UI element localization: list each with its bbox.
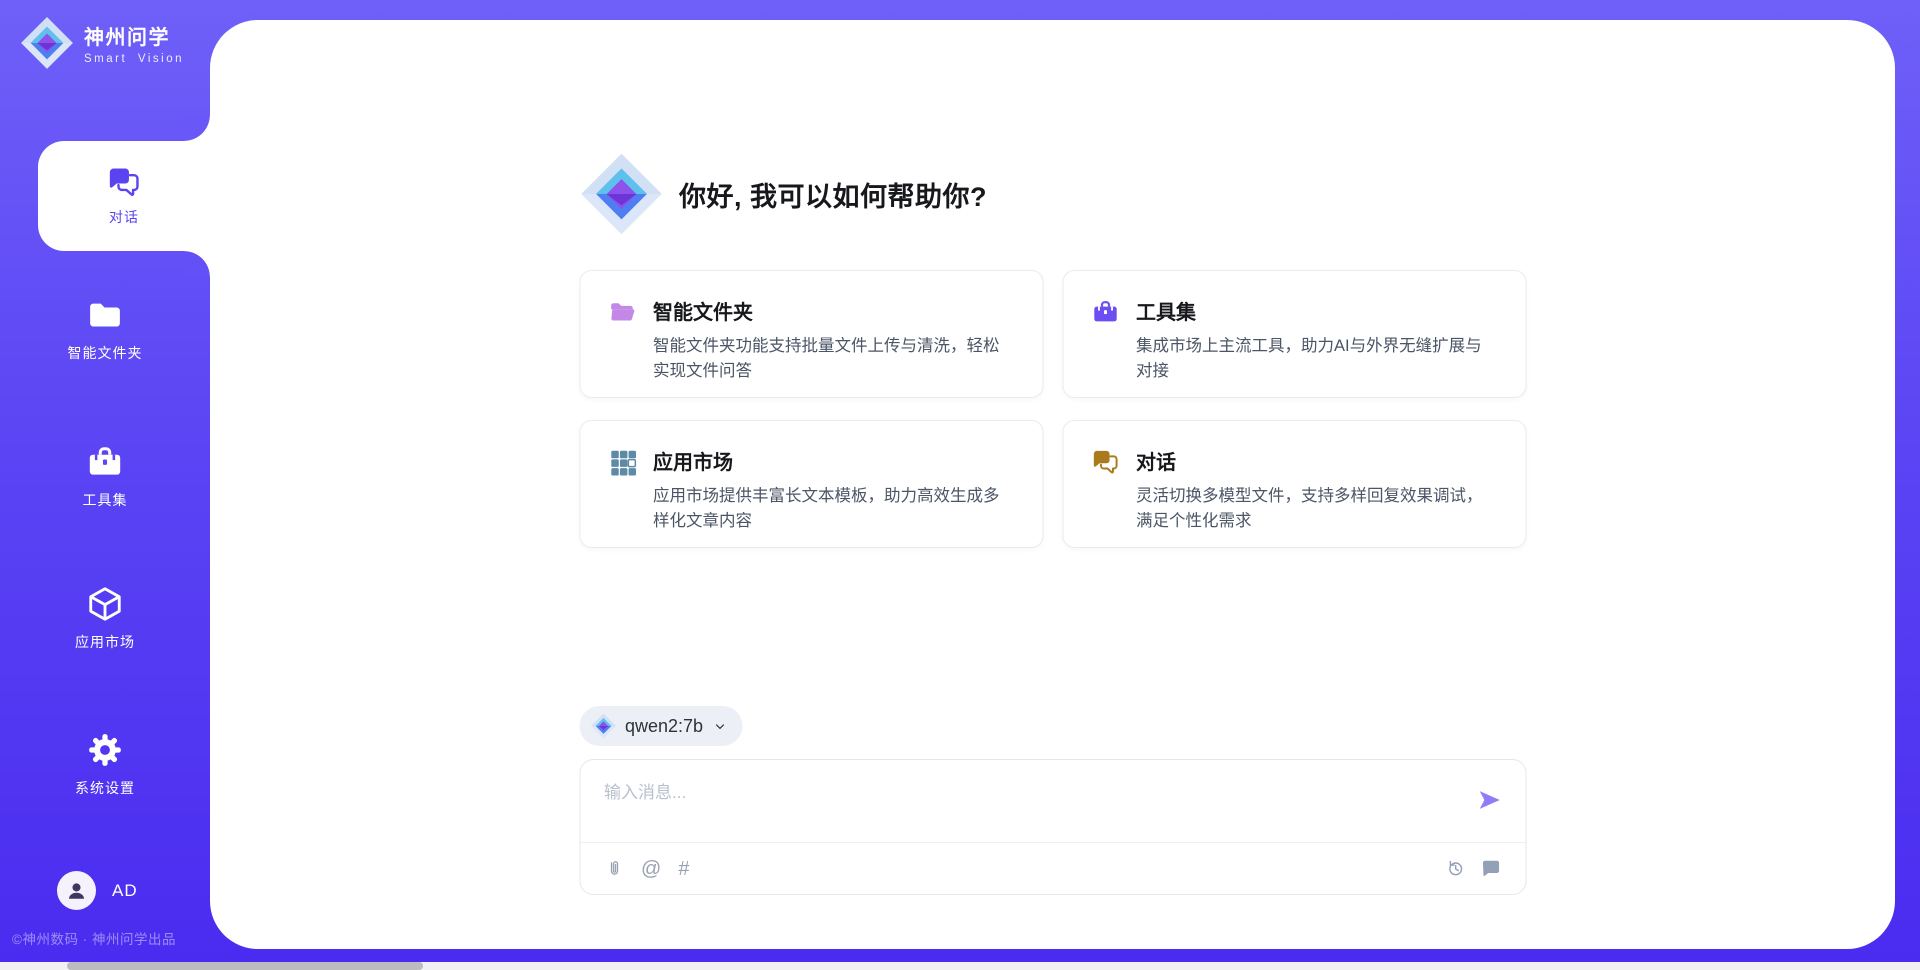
- chat-icon: [107, 165, 141, 199]
- horizontal-scrollbar[interactable]: [0, 962, 1920, 970]
- history-button[interactable]: [1444, 858, 1465, 879]
- brand-name: 神州问学: [84, 21, 184, 50]
- toolbox-icon: [86, 443, 124, 481]
- scrollbar-thumb[interactable]: [67, 962, 423, 970]
- send-button[interactable]: [1475, 786, 1503, 814]
- main-content: 你好, 我可以如何帮助你? 智能文件夹 智能文件夹功能支持批量文件上传与清洗，轻…: [579, 20, 1526, 949]
- model-selector[interactable]: qwen2:7b: [579, 706, 742, 746]
- gear-icon: [86, 731, 124, 769]
- greeting-text: 你好, 我可以如何帮助你?: [679, 175, 987, 214]
- cube-icon: [86, 585, 124, 623]
- at-icon: @: [641, 859, 661, 879]
- sidebar-item-app-market[interactable]: 应用市场: [0, 585, 210, 652]
- composer: @ #: [579, 759, 1526, 895]
- brand-diamond-icon: [590, 713, 616, 739]
- feature-cards: 智能文件夹 智能文件夹功能支持批量文件上传与清洗，轻松实现文件问答 工具集 集成…: [579, 270, 1526, 548]
- sidebar-item-label: 对话: [109, 207, 139, 227]
- hash-icon: #: [678, 859, 689, 879]
- card-description: 智能文件夹功能支持批量文件上传与清洗，轻松实现文件问答: [653, 334, 1014, 384]
- card-title: 智能文件夹: [653, 296, 1014, 325]
- user-profile[interactable]: AD: [57, 871, 138, 910]
- brand-logo: 神州问学 Smart Vision: [20, 16, 184, 70]
- card-description: 灵活切换多模型文件，支持多样回复效果调试，满足个性化需求: [1136, 484, 1497, 534]
- send-icon: [1475, 786, 1503, 814]
- person-icon: [65, 879, 88, 902]
- greeting: 你好, 我可以如何帮助你?: [579, 152, 1526, 236]
- sidebar-item-label: 应用市场: [75, 632, 135, 652]
- card-app-market[interactable]: 应用市场 应用市场提供丰富长文本模板，助力高效生成多样化文章内容: [579, 420, 1043, 548]
- card-chat[interactable]: 对话 灵活切换多模型文件，支持多样回复效果调试，满足个性化需求: [1062, 420, 1526, 548]
- sidebar-item-chat[interactable]: 对话: [38, 141, 210, 251]
- sidebar-item-settings[interactable]: 系统设置: [0, 731, 210, 798]
- chevron-down-icon: [712, 719, 727, 734]
- toolbox-icon: [1091, 298, 1119, 326]
- paperclip-icon: [604, 859, 624, 879]
- sidebar-item-toolset[interactable]: 工具集: [0, 443, 210, 510]
- comments-button[interactable]: [1480, 858, 1501, 879]
- copyright: ©神州数码 · 神州问学出品: [12, 928, 176, 948]
- card-description: 集成市场上主流工具，助力AI与外界无缝扩展与对接: [1136, 334, 1497, 384]
- brand-diamond-icon: [20, 16, 74, 70]
- comment-icon: [1480, 858, 1501, 879]
- chat-icon: [1091, 448, 1119, 476]
- attach-button[interactable]: [604, 859, 624, 879]
- avatar: [57, 871, 96, 910]
- card-title: 工具集: [1136, 296, 1497, 325]
- composer-toolbar: @ #: [604, 843, 1501, 894]
- card-title: 对话: [1136, 446, 1497, 475]
- grid-cube-icon: [608, 448, 636, 476]
- brand-subtitle: Smart Vision: [84, 53, 184, 65]
- card-title: 应用市场: [653, 446, 1014, 475]
- folder-icon: [86, 296, 124, 334]
- mention-button[interactable]: @: [641, 859, 661, 879]
- sidebar-item-label: 系统设置: [75, 778, 135, 798]
- app-root: 神州问学 Smart Vision 对话 智能文件夹 工具集 应用市场 系统设置: [0, 0, 1920, 970]
- topic-button[interactable]: #: [678, 859, 689, 879]
- history-icon: [1444, 858, 1465, 879]
- main-panel: 你好, 我可以如何帮助你? 智能文件夹 智能文件夹功能支持批量文件上传与清洗，轻…: [210, 20, 1895, 949]
- sidebar-item-label: 智能文件夹: [68, 343, 143, 363]
- sidebar: 神州问学 Smart Vision 对话 智能文件夹 工具集 应用市场 系统设置: [0, 0, 210, 970]
- sidebar-item-smart-folder[interactable]: 智能文件夹: [0, 296, 210, 363]
- folder-open-icon: [608, 298, 636, 326]
- card-toolset[interactable]: 工具集 集成市场上主流工具，助力AI与外界无缝扩展与对接: [1062, 270, 1526, 398]
- card-smart-folder[interactable]: 智能文件夹 智能文件夹功能支持批量文件上传与清洗，轻松实现文件问答: [579, 270, 1043, 398]
- sidebar-item-label: 工具集: [83, 490, 128, 510]
- user-name: AD: [112, 881, 138, 901]
- message-input[interactable]: [580, 760, 1461, 842]
- greeting-logo-icon: [579, 152, 663, 236]
- model-name: qwen2:7b: [625, 716, 703, 737]
- card-description: 应用市场提供丰富长文本模板，助力高效生成多样化文章内容: [653, 484, 1014, 534]
